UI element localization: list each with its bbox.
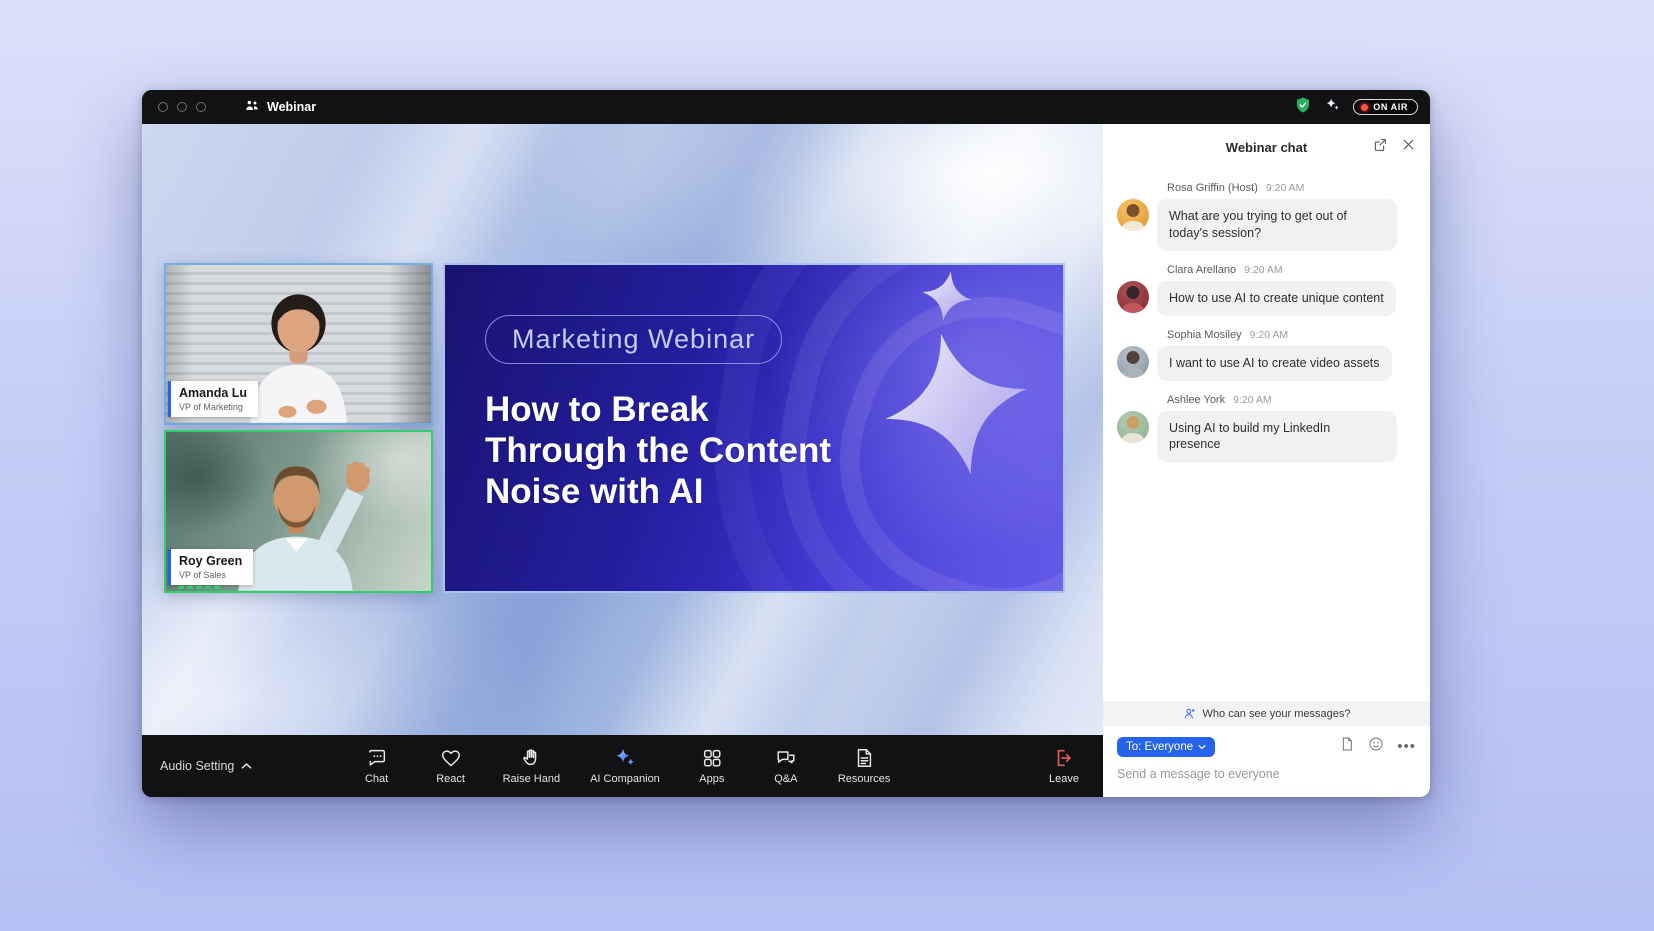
chat-title: Webinar chat (1226, 140, 1307, 155)
privacy-note[interactable]: Who can see your messages? (1103, 701, 1430, 726)
titlebar: Webinar ON AIR (142, 90, 1430, 124)
qa-button-label: Q&A (774, 773, 797, 785)
on-air-label: ON AIR (1373, 102, 1408, 112)
leave-button[interactable]: Leave (1049, 747, 1079, 785)
chevron-down-icon (1198, 744, 1206, 750)
meeting-toolbar: Audio Setting Chat (142, 735, 1103, 797)
message-bubble: I want to use AI to create video assets (1157, 346, 1392, 381)
webinar-icon (244, 98, 260, 117)
resources-button[interactable]: Resources (838, 747, 891, 785)
chat-message: Clara Arellano 9:20 AM How to use AI to c… (1117, 264, 1414, 316)
recipient-selector[interactable]: To: Everyone (1117, 737, 1215, 757)
chat-message: Rosa Griffin (Host) 9:20 AM What are you … (1117, 182, 1414, 251)
app-title: Webinar (244, 98, 316, 117)
slide-heading: How to Break Through the Content Noise w… (485, 389, 831, 512)
message-author: Rosa Griffin (Host) (1167, 182, 1258, 194)
participant-name: Roy Green (179, 554, 242, 568)
emoji-icon[interactable] (1368, 736, 1384, 757)
message-author: Sophia Mosiley (1167, 329, 1242, 341)
video-tile-roy[interactable]: Roy Green VP of Sales (164, 430, 433, 593)
chat-footer: Who can see your messages? To: Everyone (1103, 701, 1430, 797)
leave-icon (1053, 747, 1075, 769)
qa-icon (775, 747, 797, 769)
message-time: 9:20 AM (1244, 264, 1283, 276)
window-minimize-button[interactable] (177, 102, 187, 112)
video-stage: Amanda Lu VP of Marketing (142, 124, 1103, 735)
security-shield-icon[interactable] (1294, 96, 1312, 119)
heart-icon (440, 747, 462, 769)
qa-button[interactable]: Q&A (764, 747, 808, 785)
ai-companion-status-icon[interactable] (1324, 96, 1341, 118)
privacy-note-label: Who can see your messages? (1203, 708, 1351, 720)
message-author: Ashlee York (1167, 394, 1225, 406)
chat-message: Ashlee York 9:20 AM Using AI to build my … (1117, 394, 1414, 463)
privacy-person-icon (1183, 707, 1197, 721)
on-air-dot-icon (1361, 104, 1368, 111)
attach-file-icon[interactable] (1339, 736, 1355, 757)
ai-sparkle-icon (613, 747, 637, 769)
speaking-indicator-icon (178, 586, 220, 589)
apps-button-label: Apps (699, 773, 724, 785)
message-bubble: What are you trying to get out of today'… (1157, 199, 1397, 251)
close-icon[interactable] (1401, 137, 1416, 157)
ai-companion-button[interactable]: AI Companion (590, 747, 660, 785)
participant-role: VP of Marketing (179, 402, 247, 412)
audio-setting-label: Audio Setting (160, 759, 234, 773)
slide-star-shape (867, 315, 1045, 493)
chat-button[interactable]: Chat (355, 747, 399, 785)
chat-message-input[interactable] (1117, 767, 1416, 781)
participant-nametag: Roy Green VP of Sales (168, 549, 253, 585)
chat-panel: Webinar chat (1103, 124, 1430, 797)
chat-message: Sophia Mosiley 9:20 AM I want to use AI t… (1117, 329, 1414, 381)
more-options-icon[interactable]: ••• (1397, 742, 1416, 752)
shared-slide: Marketing Webinar How to Break Through t… (443, 263, 1065, 593)
raise-hand-button-label: Raise Hand (503, 773, 560, 785)
chevron-up-icon (241, 762, 252, 770)
message-bubble: How to use AI to create unique content (1157, 281, 1396, 316)
audio-setting-button[interactable]: Audio Setting (160, 759, 252, 773)
react-button[interactable]: React (429, 747, 473, 785)
chat-icon (366, 747, 388, 769)
resources-button-label: Resources (838, 773, 891, 785)
app-title-label: Webinar (267, 100, 316, 114)
chat-button-label: Chat (365, 773, 388, 785)
window-close-button[interactable] (158, 102, 168, 112)
message-author: Clara Arellano (1167, 264, 1236, 276)
react-button-label: React (436, 773, 465, 785)
apps-button[interactable]: Apps (690, 747, 734, 785)
message-time: 9:20 AM (1266, 182, 1305, 194)
window-zoom-button[interactable] (196, 102, 206, 112)
ai-companion-button-label: AI Companion (590, 773, 660, 785)
avatar (1117, 199, 1149, 231)
message-time: 9:20 AM (1250, 329, 1289, 341)
apps-icon (701, 747, 723, 769)
recipient-label: To: Everyone (1126, 741, 1193, 753)
popout-icon[interactable] (1372, 137, 1388, 158)
webinar-window: Webinar ON AIR (142, 90, 1430, 797)
slide-star-shape (917, 266, 976, 325)
leave-button-label: Leave (1049, 773, 1079, 785)
participant-nametag: Amanda Lu VP of Marketing (168, 381, 258, 417)
chat-message-list: Rosa Griffin (Host) 9:20 AM What are you … (1103, 170, 1430, 701)
participant-role: VP of Sales (179, 570, 242, 580)
slide-badge: Marketing Webinar (485, 315, 782, 364)
video-tile-amanda[interactable]: Amanda Lu VP of Marketing (164, 263, 433, 425)
window-controls (158, 102, 206, 112)
avatar (1117, 281, 1149, 313)
chat-header: Webinar chat (1103, 124, 1430, 170)
message-bubble: Using AI to build my LinkedIn presence (1157, 411, 1397, 463)
slide-decor-ring (803, 263, 1065, 593)
avatar (1117, 411, 1149, 443)
message-time: 9:20 AM (1233, 394, 1272, 406)
raise-hand-icon (520, 747, 542, 769)
avatar (1117, 346, 1149, 378)
raise-hand-button[interactable]: Raise Hand (503, 747, 560, 785)
on-air-badge: ON AIR (1353, 99, 1418, 115)
resources-icon (853, 747, 875, 769)
participant-name: Amanda Lu (179, 386, 247, 400)
